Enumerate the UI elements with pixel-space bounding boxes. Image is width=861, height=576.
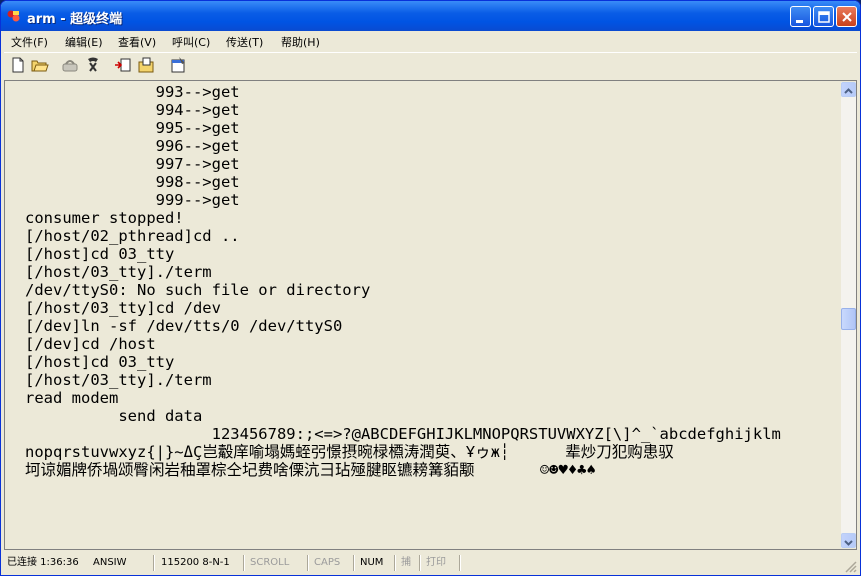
status-bar: 已连接 1:36:36 ANSIW 115200 8-N-1 SCROLL CA… xyxy=(1,552,860,575)
dial-icon[interactable] xyxy=(84,56,102,74)
terminal-line: [/host]cd 03_tty xyxy=(25,245,175,263)
hyperterminal-window: arm - 超级终端 文件(F) 编辑(E) 查看(V) 呼叫(C) 传送(T)… xyxy=(0,0,861,576)
status-caps: CAPS xyxy=(314,557,341,568)
status-connection-time: 已连接 1:36:36 xyxy=(7,557,79,568)
status-divider xyxy=(459,555,461,571)
terminal-line: 997-->get xyxy=(25,155,240,173)
resize-grip-icon[interactable] xyxy=(844,560,857,573)
window-title: arm - 超级终端 xyxy=(27,12,123,27)
scroll-thumb[interactable] xyxy=(841,308,856,330)
terminal-line: 坷谅媚牌侨堝颂臀闲岩秞罩棕仝圮费啥傈沆彐玷殛腱眍镳耪篝貊颙 ☺☻♥♦♣♠ xyxy=(25,461,596,479)
hyperterminal-app-icon[interactable] xyxy=(7,9,21,23)
send-icon[interactable] xyxy=(114,56,132,74)
terminal-line: [/host/02_pthread]cd .. xyxy=(25,227,240,245)
terminal-line: read modem xyxy=(25,389,119,407)
menu-edit[interactable]: 编辑(E) xyxy=(65,34,103,50)
toolbar xyxy=(4,52,857,79)
terminal-line: 993-->get xyxy=(25,83,240,101)
terminal-line: consumer stopped! xyxy=(25,209,184,227)
terminal-line: [/host/03_tty]cd /dev xyxy=(25,299,221,317)
terminal-line: [/host]cd 03_tty xyxy=(25,353,175,371)
status-divider xyxy=(307,555,309,571)
status-capture: 捕 xyxy=(401,557,411,568)
terminal-line: [/dev]ln -sf /dev/tts/0 /dev/ttyS0 xyxy=(25,317,343,335)
properties-icon[interactable] xyxy=(169,56,187,74)
status-print: 打印 xyxy=(426,557,446,568)
disconnect-icon[interactable] xyxy=(61,56,79,74)
terminal-output[interactable]: 993-->get 994-->get 995-->get 996-->get … xyxy=(6,82,841,548)
terminal-frame: 993-->get 994-->get 995-->get 996-->get … xyxy=(4,80,857,550)
terminal-line: send data xyxy=(25,407,203,425)
status-divider xyxy=(153,555,155,571)
menu-bar: 文件(F) 编辑(E) 查看(V) 呼叫(C) 传送(T) 帮助(H) xyxy=(4,31,857,51)
terminal-line: nopqrstuvwxyz{|}~ΔÇ岂觳庠喻塌媽蛭弜憬摂晼椂槱涛潤萸、Ұゥж┆… xyxy=(25,443,674,461)
status-divider xyxy=(243,555,245,571)
menu-view[interactable]: 查看(V) xyxy=(118,34,156,50)
scroll-down-button[interactable] xyxy=(841,533,856,548)
maximize-icon xyxy=(818,11,830,23)
status-divider xyxy=(419,555,421,571)
menu-transfer[interactable]: 传送(T) xyxy=(226,34,263,50)
status-num: NUM xyxy=(360,557,384,568)
chevron-down-icon xyxy=(844,540,853,546)
terminal-line: [/host/03_tty]./term xyxy=(25,263,212,281)
chevron-up-icon xyxy=(844,88,853,94)
terminal-line: /dev/ttyS0: No such file or directory xyxy=(25,281,371,299)
title-bar[interactable]: arm - 超级终端 xyxy=(1,1,860,31)
scroll-up-button[interactable] xyxy=(841,82,856,97)
terminal-line: 994-->get xyxy=(25,101,240,119)
status-emulation: ANSIW xyxy=(93,557,127,568)
menu-help[interactable]: 帮助(H) xyxy=(281,34,320,50)
terminal-line: 999-->get xyxy=(25,191,240,209)
terminal-line: 995-->get xyxy=(25,119,240,137)
terminal-line: 123456789:;<=>?@ABCDEFGHIJKLMNOPQRSTUVWX… xyxy=(25,425,781,443)
new-icon[interactable] xyxy=(9,56,27,74)
close-icon xyxy=(842,12,852,22)
terminal-line: [/host/03_tty]./term xyxy=(25,371,212,389)
status-divider xyxy=(353,555,355,571)
terminal-line: [/dev]cd /host xyxy=(25,335,156,353)
terminal-line: 996-->get xyxy=(25,137,240,155)
close-button[interactable] xyxy=(836,6,857,27)
minimize-button[interactable] xyxy=(790,6,811,27)
open-icon[interactable] xyxy=(31,56,49,74)
maximize-button[interactable] xyxy=(813,6,834,27)
menu-file[interactable]: 文件(F) xyxy=(11,34,48,50)
status-scroll: SCROLL xyxy=(250,557,290,568)
terminal-line: 998-->get xyxy=(25,173,240,191)
status-baud: 115200 8-N-1 xyxy=(161,557,230,568)
vertical-scrollbar[interactable] xyxy=(841,82,856,548)
receive-icon[interactable] xyxy=(137,56,155,74)
minimize-icon xyxy=(796,20,803,23)
menu-call[interactable]: 呼叫(C) xyxy=(172,34,210,50)
status-divider xyxy=(394,555,396,571)
